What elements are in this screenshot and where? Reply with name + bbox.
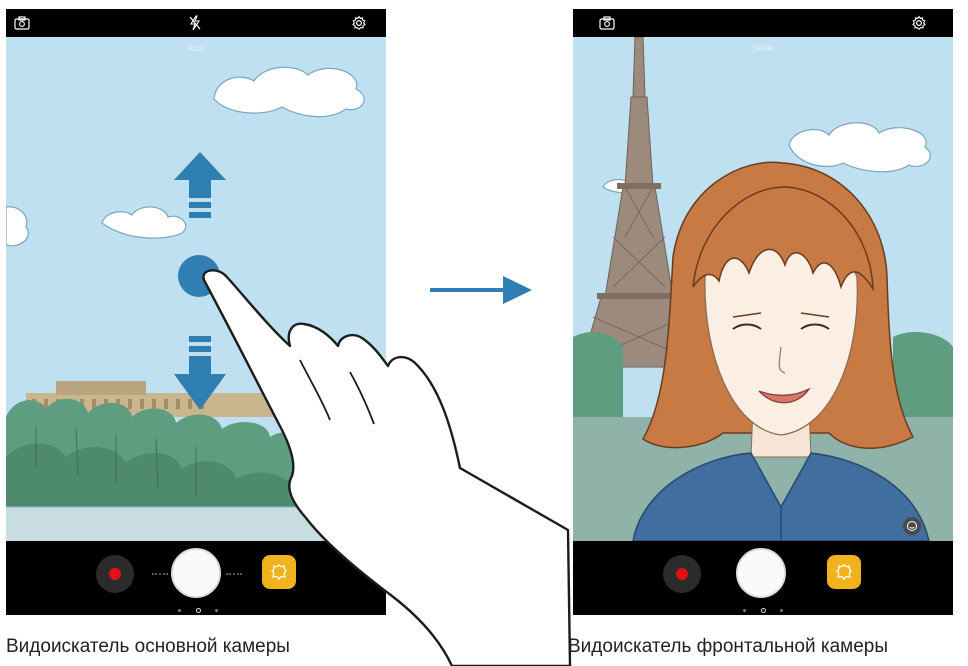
effects-flower-icon (270, 564, 288, 581)
camera-mode-label: Selfie (751, 43, 775, 53)
transition-arrow-icon (430, 276, 532, 304)
effects-flower-icon (835, 564, 853, 581)
selfie-scene-illustration (573, 37, 953, 541)
flash-off-icon[interactable] (185, 13, 205, 33)
settings-gear-icon[interactable] (349, 13, 369, 33)
top-toolbar (573, 9, 953, 37)
top-toolbar (6, 9, 386, 37)
bottom-controls (573, 541, 953, 615)
page-indicator (743, 607, 783, 613)
viewfinder-rear[interactable]: Auto (6, 37, 386, 541)
caption-rear-camera: Видоискатель основной камеры (6, 636, 290, 657)
record-video-button[interactable] (96, 555, 134, 593)
record-video-button[interactable] (663, 555, 701, 593)
effects-button[interactable] (827, 555, 861, 589)
switch-camera-icon[interactable] (12, 13, 32, 33)
camera-mode-label: Auto (186, 43, 206, 53)
bottom-controls (6, 541, 386, 615)
caption-front-camera: Видоискатель фронтальной камеры (568, 636, 889, 657)
slider-hint-left (152, 573, 168, 576)
switch-camera-icon[interactable] (597, 13, 617, 33)
page-indicator (178, 607, 218, 613)
front-camera-screen: Selfie (573, 9, 953, 615)
record-dot-icon (676, 568, 688, 580)
beauty-face-icon[interactable] (903, 517, 921, 535)
record-dot-icon (109, 568, 121, 580)
paris-scene-illustration (6, 37, 386, 541)
effects-button[interactable] (262, 555, 296, 589)
shutter-button[interactable] (736, 548, 786, 598)
viewfinder-front[interactable]: Selfie (573, 37, 953, 541)
rear-camera-screen: Auto (6, 9, 386, 615)
shutter-button[interactable] (171, 548, 221, 598)
settings-gear-icon[interactable] (909, 13, 929, 33)
slider-hint-right (226, 573, 242, 576)
